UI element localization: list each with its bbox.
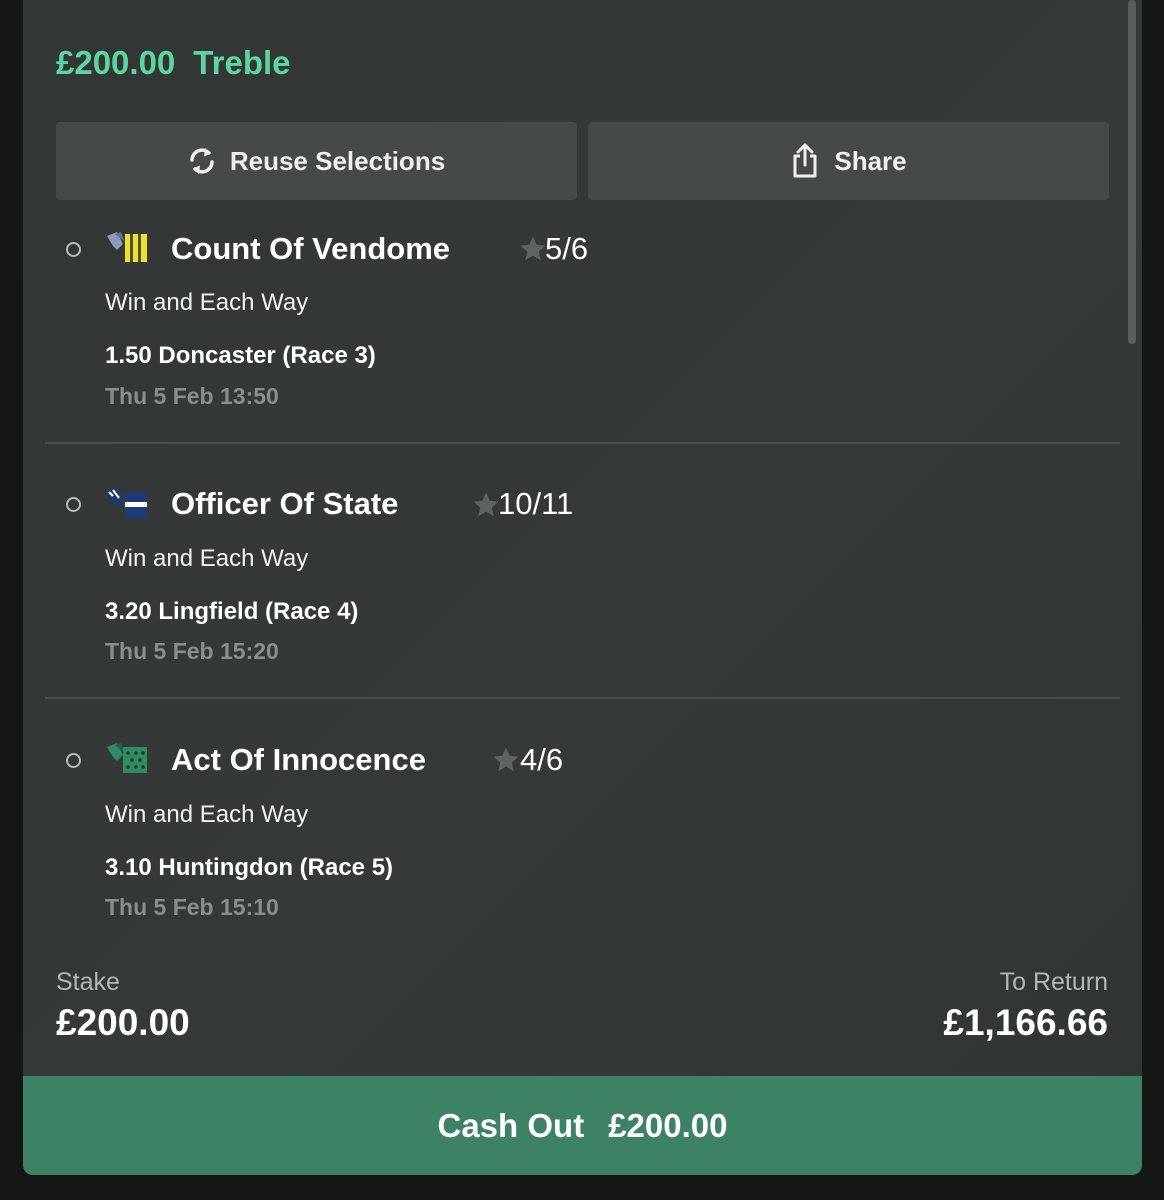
selection-status-dot	[66, 497, 81, 512]
cash-out-amount: £200.00	[608, 1106, 728, 1144]
cash-out-button[interactable]: Cash Out £200.00	[23, 1076, 1142, 1175]
bet-type: Treble	[193, 44, 291, 81]
reuse-selections-label: Reuse Selections	[229, 145, 446, 176]
reuse-selections-button[interactable]: Reuse Selections	[56, 122, 577, 200]
bet-header: £200.00 Treble	[56, 44, 291, 82]
silk-navy-white-stripe-icon	[107, 488, 147, 518]
selection-odds[interactable]: 4/6	[520, 742, 563, 778]
race-time: Thu 5 Feb 15:20	[105, 638, 279, 664]
runner-name: Officer Of State	[171, 486, 399, 521]
cash-out-label: Cash Out	[437, 1106, 585, 1144]
runner-name: Count Of Vendome	[171, 231, 450, 266]
to-return-value: £1,166.66	[943, 1002, 1108, 1043]
selection-status-dot	[66, 242, 81, 257]
market-name: Win and Each Way	[105, 289, 309, 316]
divider	[45, 442, 1120, 444]
selection-odds[interactable]: 10/11	[498, 486, 573, 522]
stake-label: Stake	[56, 968, 120, 996]
to-return-label: To Return	[999, 968, 1108, 996]
scrollbar[interactable]	[1128, 0, 1136, 344]
favourite-star-icon[interactable]	[491, 745, 521, 775]
race-name: 1.50 Doncaster (Race 3)	[105, 342, 376, 369]
race-name: 3.10 Huntingdon (Race 5)	[105, 854, 394, 881]
share-label: Share	[834, 145, 907, 176]
race-name: 3.20 Lingfield (Race 4)	[105, 598, 359, 625]
selection-odds[interactable]: 5/6	[545, 231, 588, 267]
runner-name: Act Of Innocence	[171, 742, 426, 777]
share-icon	[793, 143, 817, 178]
silk-yellow-stripes-icon	[107, 232, 147, 262]
race-time: Thu 5 Feb 15:10	[105, 894, 279, 920]
favourite-star-icon[interactable]	[518, 234, 548, 264]
bet-amount: £200.00	[56, 44, 176, 81]
market-name: Win and Each Way	[105, 545, 309, 572]
silk-green-spots-icon	[107, 743, 147, 773]
bet-card: £200.00 Treble Reuse Selections Share Cou…	[23, 0, 1142, 1175]
refresh-icon	[190, 148, 214, 174]
divider	[45, 697, 1120, 699]
stake-value: £200.00	[56, 1002, 190, 1043]
selection-status-dot	[66, 753, 81, 768]
market-name: Win and Each Way	[105, 801, 309, 828]
share-button[interactable]: Share	[588, 122, 1109, 200]
race-time: Thu 5 Feb 13:50	[105, 383, 279, 409]
favourite-star-icon[interactable]	[471, 490, 501, 520]
